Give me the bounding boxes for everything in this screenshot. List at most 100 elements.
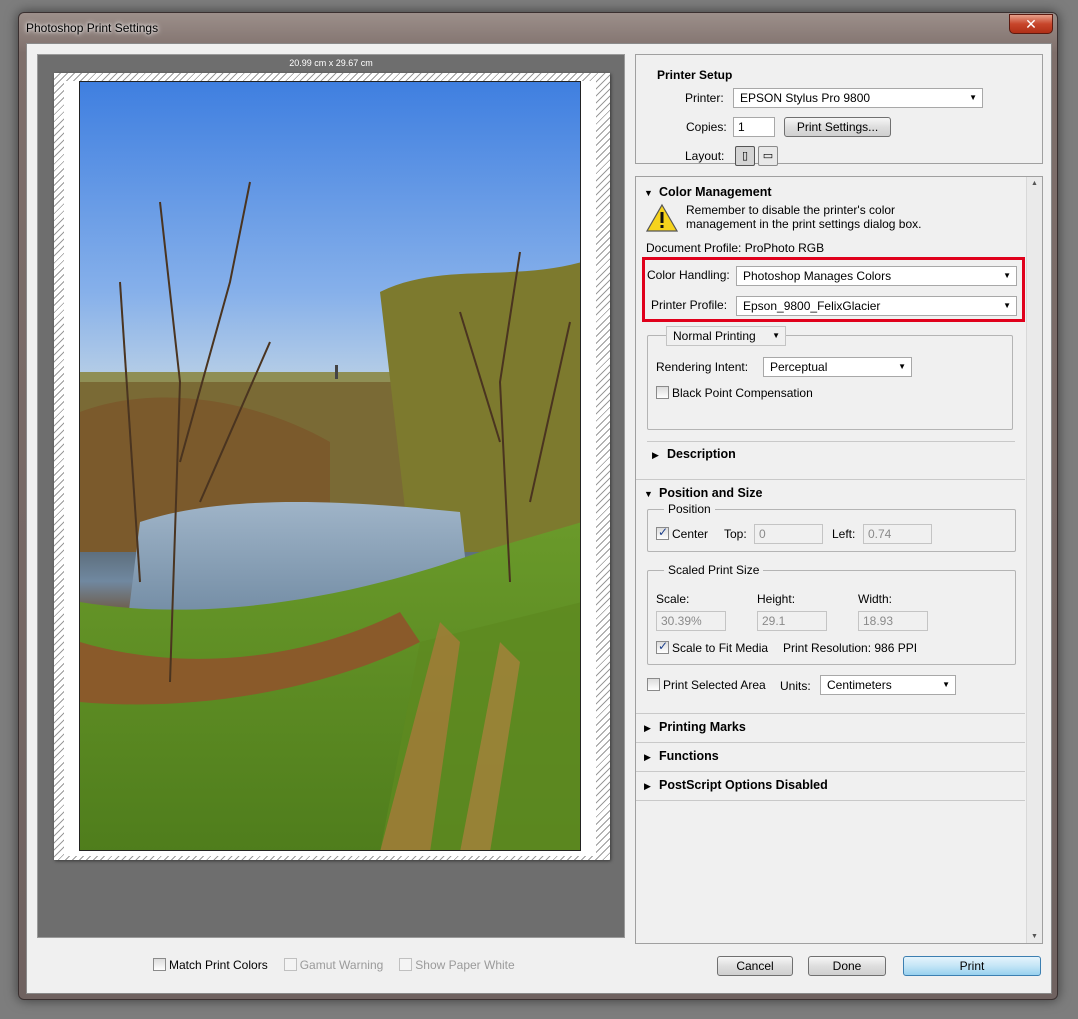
scale-label: Scale: (656, 592, 690, 606)
gamut-warning-label: Gamut Warning (299, 958, 384, 972)
rendering-intent-label: Rendering Intent: (656, 360, 749, 374)
warning-line-2: management in the print settings dialog … (686, 217, 922, 231)
center-label: Center (672, 527, 709, 541)
title-bar[interactable]: Photoshop Print Settings ✕ (19, 13, 1057, 43)
collapsed-triangle-icon: ▶ (644, 723, 651, 733)
gamut-warning-checkbox[interactable]: Gamut Warning (283, 958, 384, 974)
width-label: Width: (858, 592, 893, 606)
collapsed-triangle-icon: ▶ (644, 781, 651, 791)
settings-panel[interactable]: ▲ ▼ ▼ Color Management Remember to disabl… (635, 176, 1043, 944)
expanded-triangle-icon: ▼ (644, 489, 653, 499)
print-settings-button[interactable]: Print Settings... (784, 117, 891, 137)
printable-area (64, 81, 596, 856)
printer-profile-label: Printer Profile: (651, 298, 728, 312)
scaled-print-size-title: Scaled Print Size (664, 563, 764, 577)
printer-profile-value: Epson_9800_FelixGlacier (743, 299, 881, 313)
chevron-down-icon: ▼ (898, 362, 906, 371)
landscape-layout-icon[interactable]: ▭ (758, 146, 778, 166)
checkbox-box[interactable] (399, 958, 413, 971)
divider (636, 742, 1025, 743)
scroll-down-icon[interactable]: ▼ (1031, 933, 1038, 940)
checkbox-box[interactable] (656, 639, 669, 654)
collapsed-triangle-icon: ▶ (652, 450, 659, 460)
scale-to-fit-label: Scale to Fit Media (672, 641, 769, 655)
functions-header[interactable]: ▶ Functions (644, 749, 719, 763)
scale-to-fit-checkbox[interactable]: Scale to Fit Media (656, 639, 769, 655)
black-point-checkbox[interactable]: Black Point Compensation (656, 386, 813, 400)
preview-options: Match Print Colors Gamut Warning Show Pa… (153, 958, 515, 974)
postscript-title: PostScript Options Disabled (659, 778, 828, 792)
divider (647, 441, 1015, 442)
chevron-down-icon: ▼ (1003, 301, 1011, 310)
units-select[interactable]: Centimeters ▼ (820, 675, 956, 695)
height-label: Height: (757, 592, 796, 606)
preview-image[interactable] (79, 81, 581, 851)
landscape-photo (80, 82, 580, 850)
warning-icon (646, 203, 678, 232)
show-paper-white-checkbox[interactable]: Show Paper White (399, 958, 515, 974)
match-print-colors-checkbox[interactable]: Match Print Colors (153, 958, 268, 974)
window-title: Photoshop Print Settings (26, 21, 159, 35)
checkbox-box[interactable] (647, 678, 660, 691)
checkbox-box[interactable] (283, 958, 297, 971)
layout-label: Layout: (685, 149, 725, 163)
divider (636, 713, 1025, 714)
expanded-triangle-icon: ▼ (644, 188, 653, 198)
top-input[interactable]: 0 (754, 524, 823, 544)
units-value: Centimeters (827, 678, 892, 692)
printing-mode-value: Normal Printing (673, 329, 756, 343)
left-input[interactable]: 0.74 (863, 524, 932, 544)
cancel-button[interactable]: Cancel (717, 956, 793, 976)
chevron-down-icon: ▼ (969, 93, 977, 102)
match-print-colors-label: Match Print Colors (169, 958, 268, 972)
printer-value: EPSON Stylus Pro 9800 (740, 91, 871, 105)
printer-setup-heading: Printer Setup (657, 68, 733, 82)
portrait-layout-icon[interactable]: ▯ (735, 146, 755, 166)
color-handling-select[interactable]: Photoshop Manages Colors ▼ (736, 266, 1017, 286)
printer-label: Printer: (685, 91, 724, 105)
rendering-group (647, 335, 1013, 430)
postscript-header[interactable]: ▶ PostScript Options Disabled (644, 778, 828, 792)
left-label: Left: (832, 527, 856, 541)
functions-title: Functions (659, 749, 719, 763)
description-header[interactable]: ▶ Description (652, 447, 736, 461)
print-button[interactable]: Print (903, 956, 1041, 976)
warning-line-1: Remember to disable the printer's color (686, 203, 896, 217)
center-checkbox[interactable]: Center (656, 525, 709, 541)
printing-marks-title: Printing Marks (659, 720, 746, 734)
copies-input[interactable]: 1 (733, 117, 775, 137)
scale-input[interactable]: 30.39% (656, 611, 726, 631)
checkbox-box[interactable] (656, 525, 669, 540)
printer-profile-select[interactable]: Epson_9800_FelixGlacier ▼ (736, 296, 1017, 316)
checkbox-box[interactable] (153, 958, 166, 971)
show-paper-white-label: Show Paper White (415, 958, 515, 972)
document-profile: Document Profile: ProPhoto RGB (646, 241, 825, 255)
height-input[interactable]: 29.1 (757, 611, 827, 631)
description-title: Description (667, 447, 736, 461)
printing-marks-header[interactable]: ▶ Printing Marks (644, 720, 746, 734)
printer-setup-panel: Printer Setup Printer: EPSON Stylus Pro … (635, 54, 1043, 166)
print-settings-window: Photoshop Print Settings ✕ 20.99 cm x 29… (18, 12, 1058, 1000)
print-selected-area-checkbox[interactable]: Print Selected Area (647, 678, 766, 692)
rendering-intent-select[interactable]: Perceptual ▼ (763, 357, 912, 377)
black-point-label: Black Point Compensation (672, 386, 813, 400)
position-size-header[interactable]: ▼ Position and Size (644, 486, 763, 500)
color-handling-value: Photoshop Manages Colors (743, 269, 892, 283)
close-button[interactable]: ✕ (1009, 14, 1053, 34)
position-group-title: Position (664, 502, 715, 516)
color-management-title: Color Management (659, 185, 772, 199)
done-button[interactable]: Done (808, 956, 886, 976)
printer-select[interactable]: EPSON Stylus Pro 9800 ▼ (733, 88, 983, 108)
divider (636, 771, 1025, 772)
vertical-scrollbar[interactable]: ▲ ▼ (1026, 177, 1042, 943)
print-selected-area-label: Print Selected Area (663, 678, 766, 692)
printing-mode-select[interactable]: Normal Printing ▼ (666, 326, 786, 346)
collapsed-triangle-icon: ▶ (644, 752, 651, 762)
divider (636, 800, 1025, 801)
print-resolution: Print Resolution: 986 PPI (783, 641, 918, 655)
checkbox-box[interactable] (656, 386, 669, 399)
color-management-header[interactable]: ▼ Color Management (644, 185, 772, 199)
scroll-up-icon[interactable]: ▲ (1031, 180, 1038, 187)
width-input[interactable]: 18.93 (858, 611, 928, 631)
top-label: Top: (724, 527, 747, 541)
